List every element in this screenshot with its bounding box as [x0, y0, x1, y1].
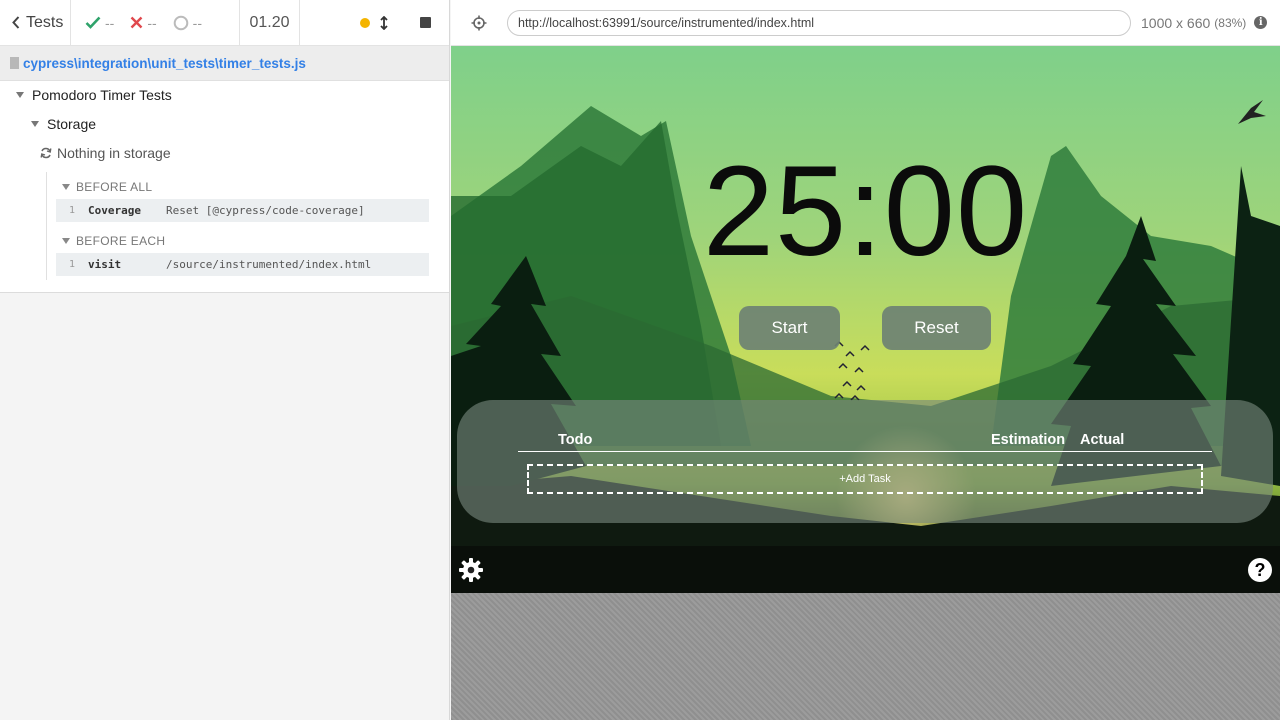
reset-button[interactable]: Reset	[882, 306, 991, 350]
running-indicator-icon	[360, 17, 370, 28]
command-number: 1	[68, 205, 76, 216]
url-field[interactable]: http://localhost:63991/source/instrument…	[507, 9, 1131, 36]
suite-storage[interactable]: Storage	[31, 116, 96, 132]
spec-bar: cypress\integration\unit_tests\timer_tes…	[0, 46, 449, 81]
aut-header: http://localhost:63991/source/instrument…	[451, 0, 1280, 46]
suite-pomodoro[interactable]: Pomodoro Timer Tests	[16, 87, 172, 103]
circle-notch-icon	[173, 15, 188, 30]
viewport-size: 1000 x 660	[1141, 14, 1211, 31]
resize-arrows-icon[interactable]	[380, 15, 388, 30]
hook-before-each[interactable]: BEFORE EACH	[62, 234, 165, 248]
reporter-panel: Tests -- -- -- 01.20 cypress\integration…	[0, 0, 450, 720]
add-task-button[interactable]: +Add Task	[527, 464, 1203, 494]
start-button[interactable]: Start	[739, 306, 840, 350]
viewport-info: 1000 x 660 (83%) i	[1141, 14, 1268, 31]
crosshairs-icon	[471, 15, 487, 30]
pending-count: --	[192, 14, 202, 31]
passed-stat: --	[85, 15, 114, 31]
column-todo: Todo	[558, 432, 593, 448]
pending-stat: --	[173, 15, 202, 31]
run-duration: 01.20	[240, 0, 300, 46]
command-row[interactable]: 1 visit /source/instrumented/index.html	[56, 253, 429, 276]
caret-down-icon	[62, 238, 70, 244]
caret-down-icon	[16, 92, 24, 98]
caret-down-icon	[62, 184, 70, 190]
divider	[518, 451, 1212, 452]
command-row[interactable]: 1 Coverage Reset [@cypress/code-coverage…	[56, 199, 429, 222]
command-message: Reset [@cypress/code-coverage]	[166, 204, 365, 217]
hook-before-all[interactable]: BEFORE ALL	[62, 180, 152, 194]
command-name: visit	[88, 258, 122, 271]
info-icon[interactable]: i	[1254, 16, 1268, 29]
task-list-panel: Todo Estimation Actual +Add Task	[457, 400, 1273, 523]
timer-display: 25:00	[702, 140, 1029, 283]
hooks-border	[46, 172, 47, 280]
test-title: Nothing in storage	[57, 145, 171, 161]
spec-path-link[interactable]: cypress\integration\unit_tests\timer_tes…	[23, 56, 306, 71]
file-icon	[10, 57, 19, 69]
suite-title: Pomodoro Timer Tests	[32, 87, 172, 103]
failed-count: --	[147, 14, 157, 31]
column-estimation: Estimation	[991, 432, 1066, 448]
suite-title: Storage	[47, 116, 97, 132]
reporter-header: Tests -- -- -- 01.20	[0, 0, 449, 46]
tests-button[interactable]: Tests	[0, 0, 71, 46]
gear-icon[interactable]	[458, 557, 484, 583]
help-button[interactable]: ?	[1248, 558, 1272, 582]
failed-stat: --	[130, 14, 157, 31]
refresh-icon	[40, 147, 52, 159]
stats: -- -- --	[71, 0, 240, 46]
command-name: Coverage	[88, 204, 141, 217]
viewport-scale: (83%)	[1214, 15, 1247, 30]
command-number: 1	[68, 259, 76, 270]
caret-down-icon	[31, 121, 39, 127]
selector-playground-button[interactable]	[451, 0, 507, 46]
passed-count: --	[105, 14, 115, 31]
tests-label: Tests	[26, 13, 64, 31]
hook-title: BEFORE ALL	[76, 180, 153, 194]
column-actual: Actual	[1080, 432, 1125, 448]
stop-icon[interactable]	[420, 17, 431, 28]
check-icon	[85, 16, 101, 29]
pomodoro-app: 25:00 Start Reset Todo Estimation Actual…	[451, 46, 1280, 593]
command-message: /source/instrumented/index.html	[166, 258, 372, 271]
run-controls	[300, 0, 449, 46]
chevron-left-icon	[12, 16, 20, 29]
hook-title: BEFORE EACH	[76, 234, 166, 248]
test-nothing-in-storage[interactable]: Nothing in storage	[40, 145, 171, 161]
x-icon	[130, 16, 143, 29]
